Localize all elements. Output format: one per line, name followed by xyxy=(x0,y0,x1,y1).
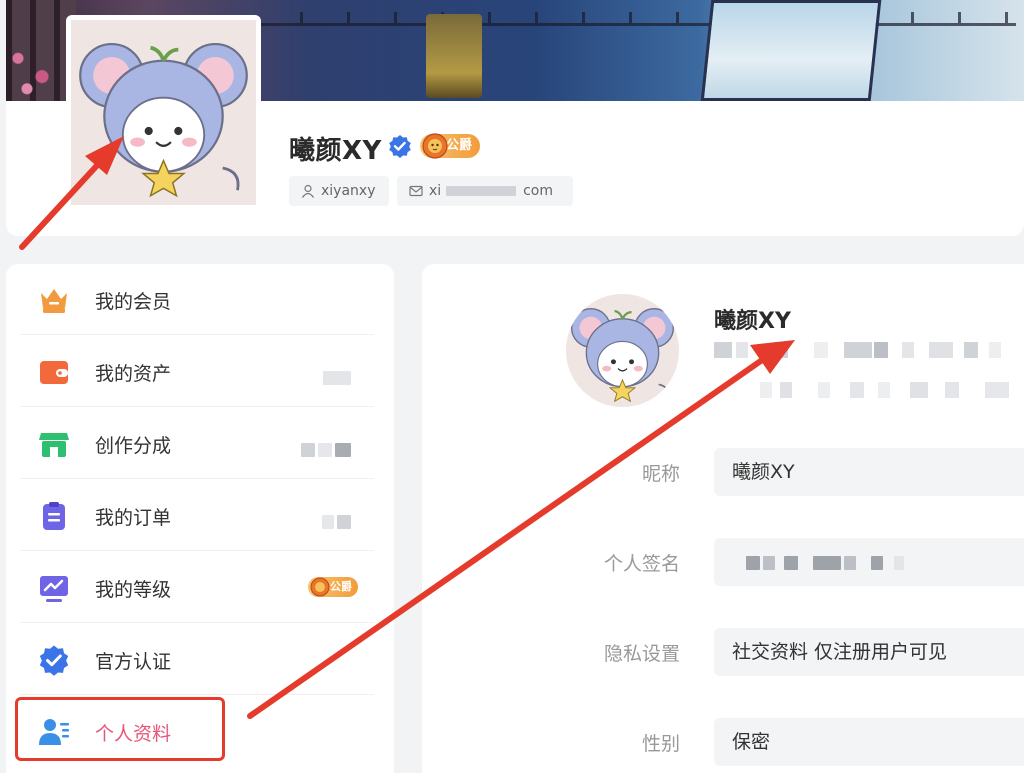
sidebar-item-orders[interactable]: 我的订单 xyxy=(20,480,374,551)
privacy-label: 隐私设置 xyxy=(603,643,680,665)
blurred-bio-line-1 xyxy=(714,342,1014,358)
mail-icon xyxy=(409,185,423,197)
email-text-start: xi xyxy=(429,183,442,199)
username-chip: xiyanxy xyxy=(289,176,389,206)
sidebar-item-level[interactable]: 我的等级 公爵 xyxy=(20,552,374,623)
settings-display-name: 曦颜XY xyxy=(714,309,791,334)
email-blurred xyxy=(445,186,516,196)
user-icon xyxy=(302,184,314,198)
level-chart-icon xyxy=(40,576,68,602)
revenue-blurred-value xyxy=(301,439,354,458)
settings-avatar[interactable] xyxy=(566,294,679,407)
email-chip: xi com xyxy=(397,176,573,206)
mouse-avatar-image xyxy=(566,294,679,407)
privacy-field[interactable]: 社交资料 仅注册用户可见 xyxy=(714,628,1024,676)
shop-icon xyxy=(39,433,69,457)
lion-crest-icon xyxy=(422,133,448,159)
username-text: xiyanxy xyxy=(321,183,376,199)
verified-shield-icon xyxy=(39,645,69,676)
sidebar-item-membership[interactable]: 我的会员 xyxy=(20,264,374,335)
verified-icon xyxy=(389,135,411,158)
signature-label: 个人签名 xyxy=(603,553,680,575)
sidebar-item-revenue-share[interactable]: 创作分成 xyxy=(20,408,374,479)
signature-field[interactable] xyxy=(714,538,1024,586)
gender-label: 性别 xyxy=(641,733,680,755)
blurred-bio-line-2 xyxy=(760,382,1024,398)
level-rank-label: 公爵 xyxy=(330,580,352,593)
sidebar-item-label: 我的等级 xyxy=(95,579,172,601)
banner-flowers-decor xyxy=(6,40,66,101)
assets-blurred-value xyxy=(323,367,354,386)
sidebar-item-label: 官方认证 xyxy=(95,651,172,673)
level-rank-badge: 公爵 xyxy=(308,577,358,597)
nickname-label: 昵称 xyxy=(641,463,680,485)
clipboard-icon xyxy=(43,502,65,530)
orders-blurred-value xyxy=(322,511,354,530)
mouse-avatar-image xyxy=(71,20,256,205)
wallet-icon xyxy=(40,361,68,384)
sidebar-item-label: 创作分成 xyxy=(95,435,172,457)
sidebar-item-label: 我的订单 xyxy=(95,507,172,529)
lion-crest-icon xyxy=(310,577,330,597)
banner-city-painting-decor xyxy=(700,0,882,101)
banner-railing-decor xyxy=(256,12,1016,26)
profile-avatar[interactable] xyxy=(66,15,261,210)
highlight-box-profile-menu xyxy=(15,697,225,761)
banner-pencil-pot-decor xyxy=(426,14,482,98)
rank-badge[interactable]: 公爵 xyxy=(420,133,481,159)
sidebar-item-assets[interactable]: 我的资产 xyxy=(20,336,374,407)
nickname-field[interactable]: 曦颜XY xyxy=(714,448,1024,496)
gender-field[interactable]: 保密 xyxy=(714,718,1024,766)
sidebar-item-label: 我的资产 xyxy=(95,363,172,385)
profile-settings-panel xyxy=(422,264,1024,773)
sidebar-item-label: 我的会员 xyxy=(95,291,172,313)
profile-name: 曦颜XY xyxy=(289,136,382,166)
crown-icon xyxy=(41,289,67,313)
sidebar-item-certification[interactable]: 官方认证 xyxy=(20,624,374,695)
email-text-end: com xyxy=(523,183,553,199)
